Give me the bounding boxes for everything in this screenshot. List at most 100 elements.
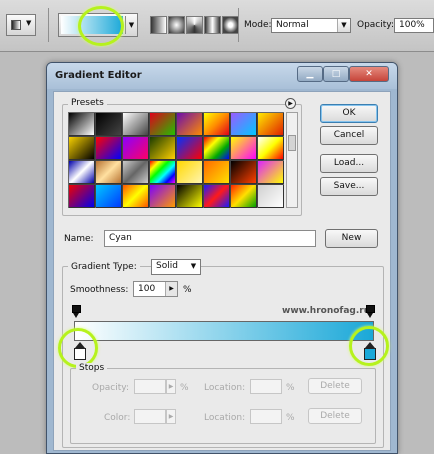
opacity-stop-right[interactable]: [366, 305, 375, 319]
preset-swatch[interactable]: [231, 137, 257, 160]
options-bar: ▼ ▼ Mode: Normal ▼ Opacity: 100%: [0, 0, 434, 52]
dialog-content: Presets ▶ OK Cancel Load... Save... Name…: [53, 91, 391, 451]
smoothness-unit: %: [183, 285, 192, 295]
maximize-button[interactable]: □: [323, 66, 349, 82]
preset-swatch[interactable]: [96, 185, 122, 208]
reflected-gradient-button[interactable]: [204, 16, 221, 34]
preset-swatch[interactable]: [258, 161, 284, 184]
maximize-icon: □: [331, 69, 341, 79]
gradient-type-buttons: [150, 16, 239, 34]
smoothness-slider-arrow-icon[interactable]: ▶: [165, 282, 177, 296]
preset-swatch[interactable]: [123, 161, 149, 184]
angle-gradient-button[interactable]: [186, 16, 203, 34]
separator: [238, 8, 239, 42]
preset-swatch[interactable]: [150, 185, 176, 208]
gradient-editor-dialog: Gradient Editor ▁ □ ✕ Presets ▶ OK Cance…: [46, 62, 398, 454]
save-button[interactable]: Save...: [320, 177, 378, 196]
stops-opacity-location-unit: %: [286, 383, 295, 393]
stops-opacity-field[interactable]: [134, 379, 166, 394]
preset-swatch[interactable]: [177, 137, 203, 160]
cancel-button[interactable]: Cancel: [320, 126, 378, 145]
stops-color-location-unit: %: [286, 413, 295, 423]
preset-swatch[interactable]: [204, 137, 230, 160]
preset-swatch[interactable]: [231, 161, 257, 184]
presets-label: Presets: [68, 98, 107, 108]
preset-swatch[interactable]: [204, 113, 230, 136]
load-button[interactable]: Load...: [320, 154, 378, 173]
linear-gradient-button[interactable]: [150, 16, 167, 34]
mode-dropdown[interactable]: Normal ▼: [271, 18, 351, 33]
name-input[interactable]: Cyan: [104, 230, 316, 247]
preset-swatch[interactable]: [231, 185, 257, 208]
radial-gradient-button[interactable]: [168, 16, 185, 34]
preset-swatch[interactable]: [150, 137, 176, 160]
gradient-type-value: Solid: [156, 261, 178, 271]
opacity-value: 100%: [399, 20, 425, 30]
preset-swatch[interactable]: [123, 185, 149, 208]
chevron-down-icon[interactable]: ▼: [125, 16, 137, 34]
stops-opacity-location-field[interactable]: [250, 379, 282, 394]
preset-swatch[interactable]: [69, 185, 95, 208]
preset-swatch[interactable]: [96, 161, 122, 184]
stops-opacity-unit: %: [180, 383, 189, 393]
chevron-down-icon: ▼: [26, 19, 32, 27]
highlight-ring: [58, 328, 98, 368]
preset-swatch[interactable]: [96, 137, 122, 160]
scrollbar-thumb[interactable]: [288, 135, 296, 151]
opacity-label: Opacity:: [357, 20, 394, 30]
ok-button[interactable]: OK: [320, 104, 378, 123]
stops-opacity-arrow-icon[interactable]: ▶: [166, 379, 176, 394]
chevron-down-icon: ▼: [187, 260, 200, 274]
presets-scrollbar[interactable]: [286, 112, 298, 208]
stops-color-swatch[interactable]: [134, 409, 166, 424]
watermark-text: www.hronofag.ru: [282, 306, 371, 316]
gradient-type-dropdown[interactable]: Solid ▼: [151, 259, 201, 275]
stops-opacity-label: Opacity:: [92, 383, 129, 393]
chevron-down-icon: ▼: [337, 19, 350, 32]
opacity-stop-left[interactable]: [72, 305, 81, 319]
opacity-field[interactable]: 100%: [394, 18, 434, 33]
preset-swatch[interactable]: [150, 161, 176, 184]
stops-color-arrow-icon[interactable]: ▶: [166, 409, 176, 424]
preset-swatch[interactable]: [258, 137, 284, 160]
preset-swatch[interactable]: [69, 161, 95, 184]
preset-swatch[interactable]: [177, 161, 203, 184]
preset-swatch[interactable]: [177, 185, 203, 208]
name-value: Cyan: [109, 233, 132, 243]
gradient-type-label: Gradient Type:: [68, 262, 140, 272]
separator: [48, 8, 49, 42]
minimize-icon: ▁: [306, 69, 314, 79]
highlight-ring: [78, 6, 124, 46]
dialog-title: Gradient Editor: [55, 70, 142, 81]
preset-swatch[interactable]: [96, 113, 122, 136]
close-button[interactable]: ✕: [349, 66, 389, 82]
new-button[interactable]: New: [325, 229, 378, 248]
preset-swatch[interactable]: [150, 113, 176, 136]
preset-swatch[interactable]: [123, 137, 149, 160]
name-label: Name:: [64, 234, 94, 244]
preset-swatch[interactable]: [204, 185, 230, 208]
smoothness-value: 100: [138, 284, 156, 294]
smoothness-field[interactable]: 100 ▶: [133, 281, 178, 297]
gradient-preview-bar[interactable]: [74, 321, 374, 341]
tool-preset-picker[interactable]: ▼: [6, 14, 36, 36]
highlight-ring: [349, 326, 389, 366]
preset-swatch[interactable]: [123, 113, 149, 136]
preset-swatch[interactable]: [231, 113, 257, 136]
delete-color-stop-button[interactable]: Delete: [308, 408, 362, 424]
smoothness-label: Smoothness:: [70, 285, 129, 295]
presets-menu-arrow-icon[interactable]: ▶: [285, 98, 296, 109]
preset-swatch[interactable]: [258, 113, 284, 136]
minimize-button[interactable]: ▁: [297, 66, 323, 82]
mode-value: Normal: [276, 20, 309, 30]
preset-swatch[interactable]: [258, 185, 284, 208]
preset-swatch[interactable]: [177, 113, 203, 136]
preset-swatch[interactable]: [69, 113, 95, 136]
preset-swatch[interactable]: [204, 161, 230, 184]
title-bar[interactable]: Gradient Editor ▁ □ ✕: [47, 63, 397, 89]
delete-opacity-stop-button[interactable]: Delete: [308, 378, 362, 394]
diamond-gradient-button[interactable]: [222, 16, 239, 34]
preset-swatch[interactable]: [69, 137, 95, 160]
stops-color-location-field[interactable]: [250, 409, 282, 424]
stops-color-location-label: Location:: [204, 413, 246, 423]
